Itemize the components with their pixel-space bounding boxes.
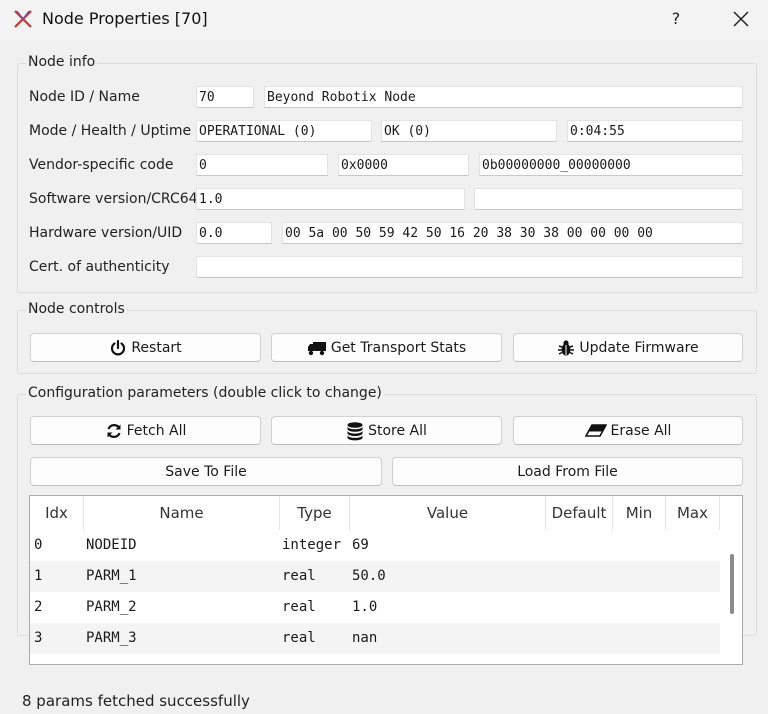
column-header-type[interactable]: Type <box>280 496 350 530</box>
table-row[interactable]: 2 PARM_2 real 1.0 <box>30 592 720 623</box>
row-name: PARM_2 <box>86 599 137 615</box>
cert-authenticity-field[interactable] <box>196 256 743 278</box>
load-from-file-button[interactable]: Load From File <box>392 457 743 486</box>
row-type: real <box>282 599 316 615</box>
save-to-file-button[interactable]: Save To File <box>30 457 382 486</box>
help-button[interactable]: ? <box>662 6 690 32</box>
bug-icon <box>558 339 575 355</box>
row-value: 69 <box>352 537 369 553</box>
column-header-value[interactable]: Value <box>350 496 546 530</box>
store-all-label: Store All <box>368 422 427 439</box>
row-value: 50.0 <box>352 568 386 584</box>
software-version-field[interactable]: 1.0 <box>196 188 465 210</box>
vendor-code-hex-field[interactable]: 0x0000 <box>338 154 469 176</box>
software-version-label: Software version/CRC64 <box>29 191 198 207</box>
column-header-max[interactable]: Max <box>666 496 720 530</box>
table-row[interactable]: 1 PARM_1 real 50.0 <box>30 561 720 592</box>
title-bar: Node Properties [70] ? <box>0 0 768 40</box>
get-transport-stats-button[interactable]: Get Transport Stats <box>271 333 502 362</box>
row-value: 1.0 <box>352 599 378 615</box>
column-header-min[interactable]: Min <box>613 496 666 530</box>
row-name: PARM_3 <box>86 630 137 646</box>
row-value: nan <box>352 630 378 646</box>
row-type: real <box>282 568 316 584</box>
power-icon <box>111 339 126 355</box>
row-idx: 2 <box>34 599 43 615</box>
health-field[interactable]: OK (0) <box>381 120 557 142</box>
fetch-all-label: Fetch All <box>126 422 187 439</box>
row-idx: 3 <box>34 630 43 646</box>
node-id-field[interactable]: 70 <box>196 86 254 108</box>
row-idx: 0 <box>34 537 43 553</box>
update-firmware-button[interactable]: Update Firmware <box>513 333 743 362</box>
mode-health-uptime-label: Mode / Health / Uptime <box>29 123 192 139</box>
hardware-version-label: Hardware version/UID <box>29 225 183 241</box>
crc64-field[interactable] <box>474 188 743 210</box>
fetch-all-button[interactable]: Fetch All <box>30 416 261 445</box>
column-header-default[interactable]: Default <box>546 496 613 530</box>
cert-authenticity-label: Cert. of authenticity <box>29 259 170 275</box>
refresh-icon <box>107 423 121 438</box>
params-table[interactable]: Idx Name Type Value Default Min Max 0 NO… <box>29 495 743 665</box>
restart-button[interactable]: Restart <box>30 333 261 362</box>
mode-field[interactable]: OPERATIONAL (0) <box>196 120 372 142</box>
row-name: PARM_1 <box>86 568 137 584</box>
window-title: Node Properties [70] <box>42 9 208 28</box>
database-icon <box>347 421 363 440</box>
node-id-name-label: Node ID / Name <box>29 89 140 105</box>
update-firmware-label: Update Firmware <box>579 339 699 356</box>
vendor-code-dec-field[interactable]: 0 <box>196 154 328 176</box>
table-row[interactable]: 0 NODEID integer 69 <box>30 530 720 561</box>
table-scrollbar-thumb[interactable] <box>730 554 734 614</box>
node-name-field[interactable]: Beyond Robotix Node <box>264 86 743 108</box>
column-header-idx[interactable]: Idx <box>30 496 84 530</box>
table-scrollbar[interactable] <box>722 530 742 662</box>
row-idx: 1 <box>34 568 43 584</box>
eraser-icon <box>584 423 607 437</box>
restart-label: Restart <box>131 339 182 356</box>
node-controls-title: Node controls <box>26 301 127 317</box>
row-type: real <box>282 630 316 646</box>
truck-icon <box>307 341 326 355</box>
status-message: 8 params fetched successfully <box>22 692 250 710</box>
transport-stats-label: Get Transport Stats <box>330 339 467 356</box>
close-icon[interactable] <box>727 6 755 32</box>
app-logo-icon <box>14 10 32 28</box>
vendor-code-label: Vendor-specific code <box>29 157 174 173</box>
store-all-button[interactable]: Store All <box>271 416 502 445</box>
erase-all-label: Erase All <box>610 422 672 439</box>
uptime-field[interactable]: 0:04:55 <box>567 120 743 142</box>
table-row[interactable]: 3 PARM_3 real nan <box>30 623 720 654</box>
row-type: integer <box>282 537 342 553</box>
config-params-title: Configuration parameters (double click t… <box>26 385 384 401</box>
hardware-version-field[interactable]: 0.0 <box>196 222 272 244</box>
node-info-title: Node info <box>26 54 98 70</box>
row-name: NODEID <box>86 537 137 553</box>
erase-all-button[interactable]: Erase All <box>513 416 743 445</box>
column-header-name[interactable]: Name <box>84 496 280 530</box>
table-header: Idx Name Type Value Default Min Max <box>30 496 742 530</box>
uid-field[interactable]: 00 5a 00 50 59 42 50 16 20 38 30 38 00 0… <box>282 222 743 244</box>
vendor-code-bin-field[interactable]: 0b00000000_00000000 <box>479 154 743 176</box>
